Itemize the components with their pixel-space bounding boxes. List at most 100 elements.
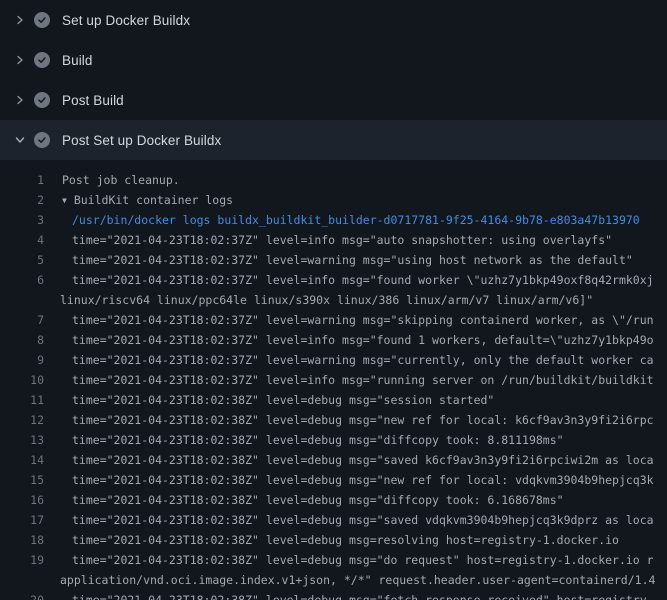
log-text-content: time="2021-04-23T18:02:37Z" level=info m… [72,373,654,387]
check-circle-icon [34,12,50,28]
step-name: Post Set up Docker Buildx [62,133,221,148]
log-text: ▼time="2021-04-23T18:02:37Z" level=info … [44,230,612,250]
log-text-content: time="2021-04-23T18:02:38Z" level=debug … [72,493,564,507]
line-number[interactable]: 5 [0,250,44,270]
line-number[interactable] [0,290,44,310]
log-text: ▼/usr/bin/docker logs buildx_buildkit_bu… [44,210,640,230]
log-text: ▼application/vnd.oci.image.index.v1+json… [44,570,655,590]
line-number[interactable]: 2 [0,190,44,210]
step-name: Post Build [62,93,124,108]
log-text: ▼time="2021-04-23T18:02:38Z" level=debug… [44,550,654,570]
chevron-right-icon [12,12,28,28]
line-number[interactable]: 15 [0,470,44,490]
line-number[interactable]: 13 [0,430,44,450]
log-text-content: /usr/bin/docker logs buildx_buildkit_bui… [72,213,640,227]
log-text: ▼time="2021-04-23T18:02:37Z" level=warni… [44,250,633,270]
log-text-content: time="2021-04-23T18:02:38Z" level=debug … [72,533,619,547]
log-line: 16 ▼time="2021-04-23T18:02:38Z" level=de… [0,490,667,510]
step-name: Set up Docker Buildx [62,13,190,28]
log-line: 10 ▼time="2021-04-23T18:02:37Z" level=in… [0,370,667,390]
log-text: ▼linux/riscv64 linux/ppc64le linux/s390x… [44,290,593,310]
log-text: ▼time="2021-04-23T18:02:37Z" level=warni… [44,310,654,330]
log-line: ▼application/vnd.oci.image.index.v1+json… [0,570,667,590]
log-line: 12 ▼time="2021-04-23T18:02:38Z" level=de… [0,410,667,430]
log-lines: 1 ▼Post job cleanup. 2 ▼ BuildKit contain… [0,160,667,600]
line-number[interactable]: 14 [0,450,44,470]
log-line: 1 ▼Post job cleanup. [0,170,667,190]
log-line: 14 ▼time="2021-04-23T18:02:38Z" level=de… [0,450,667,470]
line-number[interactable]: 9 [0,350,44,370]
log-text: ▼Post job cleanup. [44,170,180,190]
group-caret-icon[interactable]: ▼ [62,191,67,211]
line-number[interactable]: 11 [0,390,44,410]
line-number[interactable]: 1 [0,170,44,190]
log-text: ▼time="2021-04-23T18:02:38Z" level=debug… [44,510,654,530]
step-name: Build [62,53,93,68]
log-line: 20 ▼time="2021-04-23T18:02:38Z" level=de… [0,590,667,600]
log-text: ▼time="2021-04-23T18:02:38Z" level=debug… [44,430,564,450]
step-header-post-build[interactable]: Post Build [0,80,667,120]
log-text-content: time="2021-04-23T18:02:37Z" level=info m… [72,233,612,247]
line-number[interactable]: 8 [0,330,44,350]
log-line: 13 ▼time="2021-04-23T18:02:38Z" level=de… [0,430,667,450]
line-number[interactable]: 16 [0,490,44,510]
check-circle-icon [34,52,50,68]
line-number[interactable]: 19 [0,550,44,570]
log-line: 15 ▼time="2021-04-23T18:02:38Z" level=de… [0,470,667,490]
log-text: ▼time="2021-04-23T18:02:38Z" level=debug… [44,530,619,550]
log-text-content: application/vnd.oci.image.index.v1+json,… [60,573,655,587]
line-number[interactable]: 12 [0,410,44,430]
line-number[interactable]: 6 [0,270,44,290]
check-circle-icon [34,132,50,148]
log-line: 8 ▼time="2021-04-23T18:02:37Z" level=inf… [0,330,667,350]
log-text: ▼time="2021-04-23T18:02:38Z" level=debug… [44,490,564,510]
log-text-content: time="2021-04-23T18:02:37Z" level=warnin… [72,253,633,267]
step-header-post-set-up-docker-buildx[interactable]: Post Set up Docker Buildx [0,120,667,160]
line-number[interactable]: 3 [0,210,44,230]
line-number[interactable]: 20 [0,590,44,600]
log-text-content: BuildKit container logs [74,193,233,207]
log-line: 11 ▼time="2021-04-23T18:02:38Z" level=de… [0,390,667,410]
log-text-content: time="2021-04-23T18:02:37Z" level=info m… [72,333,654,347]
line-number[interactable] [0,570,44,590]
log-text-content: linux/riscv64 linux/ppc64le linux/s390x … [60,293,593,307]
log-text-content: time="2021-04-23T18:02:38Z" level=debug … [72,433,564,447]
log-text-content: time="2021-04-23T18:02:38Z" level=debug … [72,553,654,567]
log-line: 6 ▼time="2021-04-23T18:02:37Z" level=inf… [0,270,667,290]
log-line: 4 ▼time="2021-04-23T18:02:37Z" level=inf… [0,230,667,250]
log-text-content: time="2021-04-23T18:02:38Z" level=debug … [72,473,654,487]
log-text: ▼ BuildKit container logs [44,190,233,210]
log-text-content: time="2021-04-23T18:02:38Z" level=debug … [72,453,654,467]
log-line: 5 ▼time="2021-04-23T18:02:37Z" level=war… [0,250,667,270]
log-text: ▼time="2021-04-23T18:02:38Z" level=debug… [44,590,654,600]
step-header-build[interactable]: Build [0,40,667,80]
log-line: 17 ▼time="2021-04-23T18:02:38Z" level=de… [0,510,667,530]
log-line: 9 ▼time="2021-04-23T18:02:37Z" level=war… [0,350,667,370]
log-text: ▼time="2021-04-23T18:02:37Z" level=warni… [44,350,654,370]
log-line[interactable]: 3 ▼/usr/bin/docker logs buildx_buildkit_… [0,210,667,230]
line-number[interactable]: 4 [0,230,44,250]
step-header-set-up-docker-buildx[interactable]: Set up Docker Buildx [0,0,667,40]
line-number[interactable]: 7 [0,310,44,330]
log-text-content: Post job cleanup. [62,173,180,187]
log-line: ▼linux/riscv64 linux/ppc64le linux/s390x… [0,290,667,310]
log-text-content: time="2021-04-23T18:02:37Z" level=info m… [72,273,654,287]
log-text-content: time="2021-04-23T18:02:38Z" level=debug … [72,413,654,427]
log-text: ▼time="2021-04-23T18:02:38Z" level=debug… [44,450,654,470]
line-number[interactable]: 10 [0,370,44,390]
chevron-right-icon [12,92,28,108]
log-text: ▼time="2021-04-23T18:02:38Z" level=debug… [44,470,654,490]
log-line[interactable]: 2 ▼ BuildKit container logs [0,190,667,210]
log-text: ▼time="2021-04-23T18:02:37Z" level=info … [44,270,654,290]
chevron-down-icon [12,132,28,148]
line-number[interactable]: 18 [0,530,44,550]
log-line: 18 ▼time="2021-04-23T18:02:38Z" level=de… [0,530,667,550]
log-text-content: time="2021-04-23T18:02:38Z" level=debug … [72,593,654,600]
log-text-content: time="2021-04-23T18:02:38Z" level=debug … [72,513,654,527]
line-number[interactable]: 17 [0,510,44,530]
log-text: ▼time="2021-04-23T18:02:37Z" level=info … [44,330,654,350]
check-circle-icon [34,92,50,108]
log-line: 19 ▼time="2021-04-23T18:02:38Z" level=de… [0,550,667,570]
log-text: ▼time="2021-04-23T18:02:38Z" level=debug… [44,410,654,430]
log-text-content: time="2021-04-23T18:02:37Z" level=warnin… [72,353,654,367]
